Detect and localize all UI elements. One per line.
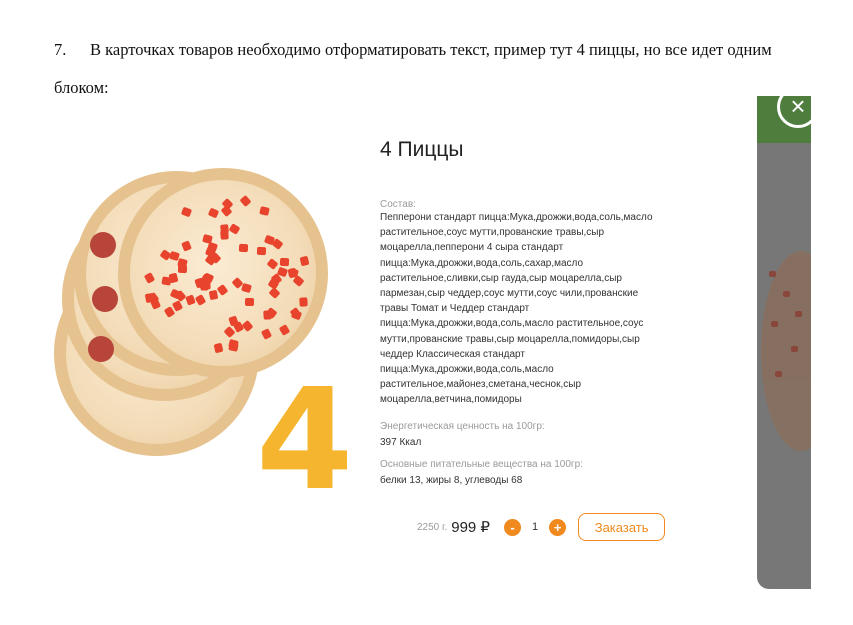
list-number: 7. (54, 40, 67, 59)
paragraph-text: В карточках товаров необходимо отформати… (54, 40, 772, 97)
pizza-count-number: 4 (256, 359, 353, 522)
background-pizza (761, 251, 811, 451)
tomato-topping (202, 280, 211, 290)
nutrients-section: Основные питательные вещества на 100гр: … (380, 459, 665, 488)
composition-section: Состав: Пепперони стандарт пицца:Мука,др… (380, 199, 665, 408)
energy-value: 397 Ккал (380, 437, 422, 448)
order-row: 2250 г. 999 ₽ - 1 + Заказать (417, 512, 666, 542)
decrease-quantity-button[interactable]: - (503, 518, 521, 536)
tomato-topping (298, 296, 308, 307)
energy-label: Энергетическая ценность на 100гр: (380, 421, 545, 432)
tomato-topping (256, 247, 266, 256)
tomato-topping (244, 298, 254, 307)
pizza-image: 4 (54, 156, 353, 511)
price-label: 999 ₽ (451, 519, 490, 536)
tomato-topping (208, 289, 218, 300)
product-card-screenshot: 4 4 Пиццы Состав: Пепперони стандарт пиц… (54, 96, 811, 589)
weight-label: 2250 г. (417, 521, 448, 533)
composition-text: Пепперони стандарт пицца:Мука,дрожжи,вод… (380, 212, 653, 406)
tomato-topping (219, 224, 229, 235)
energy-section: Энергетическая ценность на 100гр: 397 Кк… (380, 421, 665, 450)
quantity-value: 1 (531, 521, 539, 533)
composition-label: Состав: (380, 199, 416, 210)
order-button[interactable]: Заказать (578, 513, 666, 541)
nutrients-value: белки 13, жиры 8, углеводы 68 (380, 475, 523, 486)
tomato-topping (239, 243, 249, 252)
product-title: 4 Пиццы (380, 138, 464, 161)
nutrients-label: Основные питательные вещества на 100гр: (380, 459, 583, 470)
increase-quantity-button[interactable]: + (549, 518, 567, 536)
tomato-topping (177, 264, 187, 274)
tomato-topping (279, 257, 290, 267)
modal-backdrop: × (757, 96, 811, 589)
